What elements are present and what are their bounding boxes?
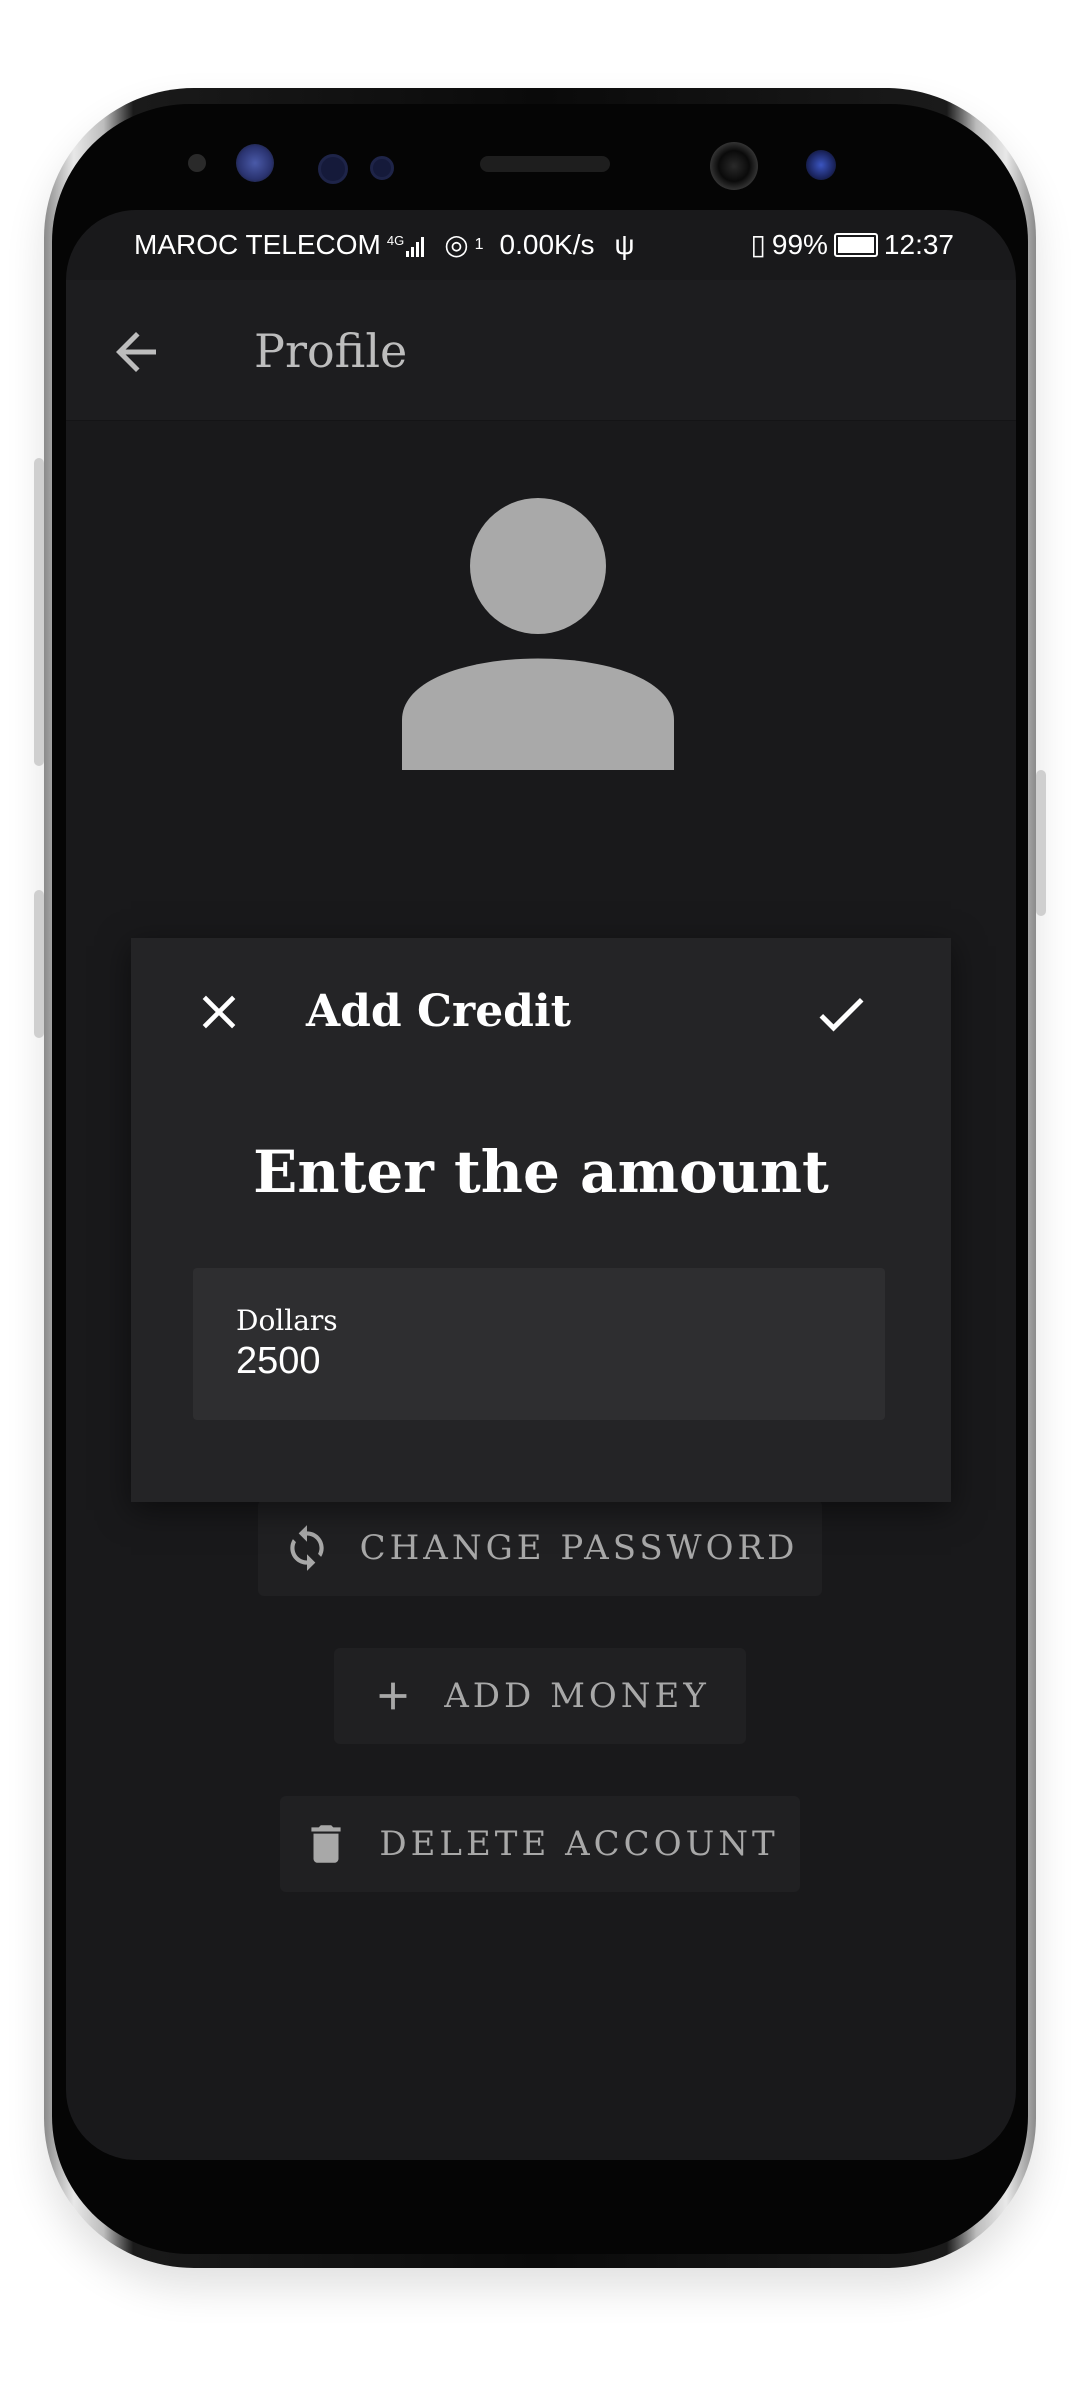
add-money-button[interactable]: ADD MONEY	[334, 1648, 746, 1744]
clock: 12:37	[883, 228, 954, 260]
usb-icon: ψ	[614, 228, 635, 260]
net-speed: 0.00K/s	[499, 228, 595, 260]
power-button	[1036, 770, 1046, 916]
person-icon	[402, 498, 674, 770]
dialog-heading: Enter the amount	[253, 1138, 829, 1206]
change-password-button[interactable]: CHANGE PASSWORD	[258, 1500, 822, 1596]
volume-down-button	[34, 890, 44, 1038]
signal-icon: 4G	[386, 232, 425, 257]
dialog-close-button[interactable]	[191, 984, 247, 1040]
amount-field-label: Dollars	[236, 1304, 338, 1337]
delete-account-label: DELETE ACCOUNT	[379, 1824, 779, 1864]
dialog-title: Add Credit	[306, 986, 571, 1037]
change-password-label: CHANGE PASSWORD	[359, 1528, 799, 1568]
plus-icon	[379, 1682, 407, 1710]
status-bar: MAROC TELECOM 4G ◎ 1 0.00K/s ψ ▯ 99% 12:…	[66, 210, 1016, 280]
back-button[interactable]	[106, 322, 166, 382]
app-bar: Profile	[66, 280, 1016, 421]
vibrate-icon: ▯	[750, 229, 766, 260]
dialog-confirm-button[interactable]	[811, 984, 871, 1040]
amount-input[interactable]: Dollars 2500	[193, 1268, 885, 1420]
app-screen: MAROC TELECOM 4G ◎ 1 0.00K/s ψ ▯ 99% 12:…	[66, 210, 1016, 2160]
refresh-icon	[289, 1525, 324, 1571]
battery-percent: 99%	[771, 228, 828, 260]
carrier-name: MAROC TELECOM	[134, 228, 381, 260]
trash-icon	[311, 1825, 341, 1863]
amount-field-value[interactable]: 2500	[236, 1340, 321, 1383]
front-sensors	[150, 138, 930, 198]
add-credit-dialog: Add Credit Enter the amount Dollars 2500	[131, 938, 951, 1502]
hotspot-icon: ◎	[444, 229, 469, 260]
check-icon	[819, 997, 864, 1032]
delete-account-button[interactable]: DELETE ACCOUNT	[280, 1796, 800, 1892]
add-money-label: ADD MONEY	[444, 1676, 710, 1716]
network-type: 4G	[386, 232, 405, 248]
battery-charging-icon	[833, 232, 878, 257]
hotspot-count: 1	[474, 235, 484, 253]
page-title: Profile	[254, 324, 408, 378]
close-icon	[202, 995, 236, 1029]
volume-up-button	[34, 458, 44, 766]
arrow-back-icon	[116, 332, 156, 372]
